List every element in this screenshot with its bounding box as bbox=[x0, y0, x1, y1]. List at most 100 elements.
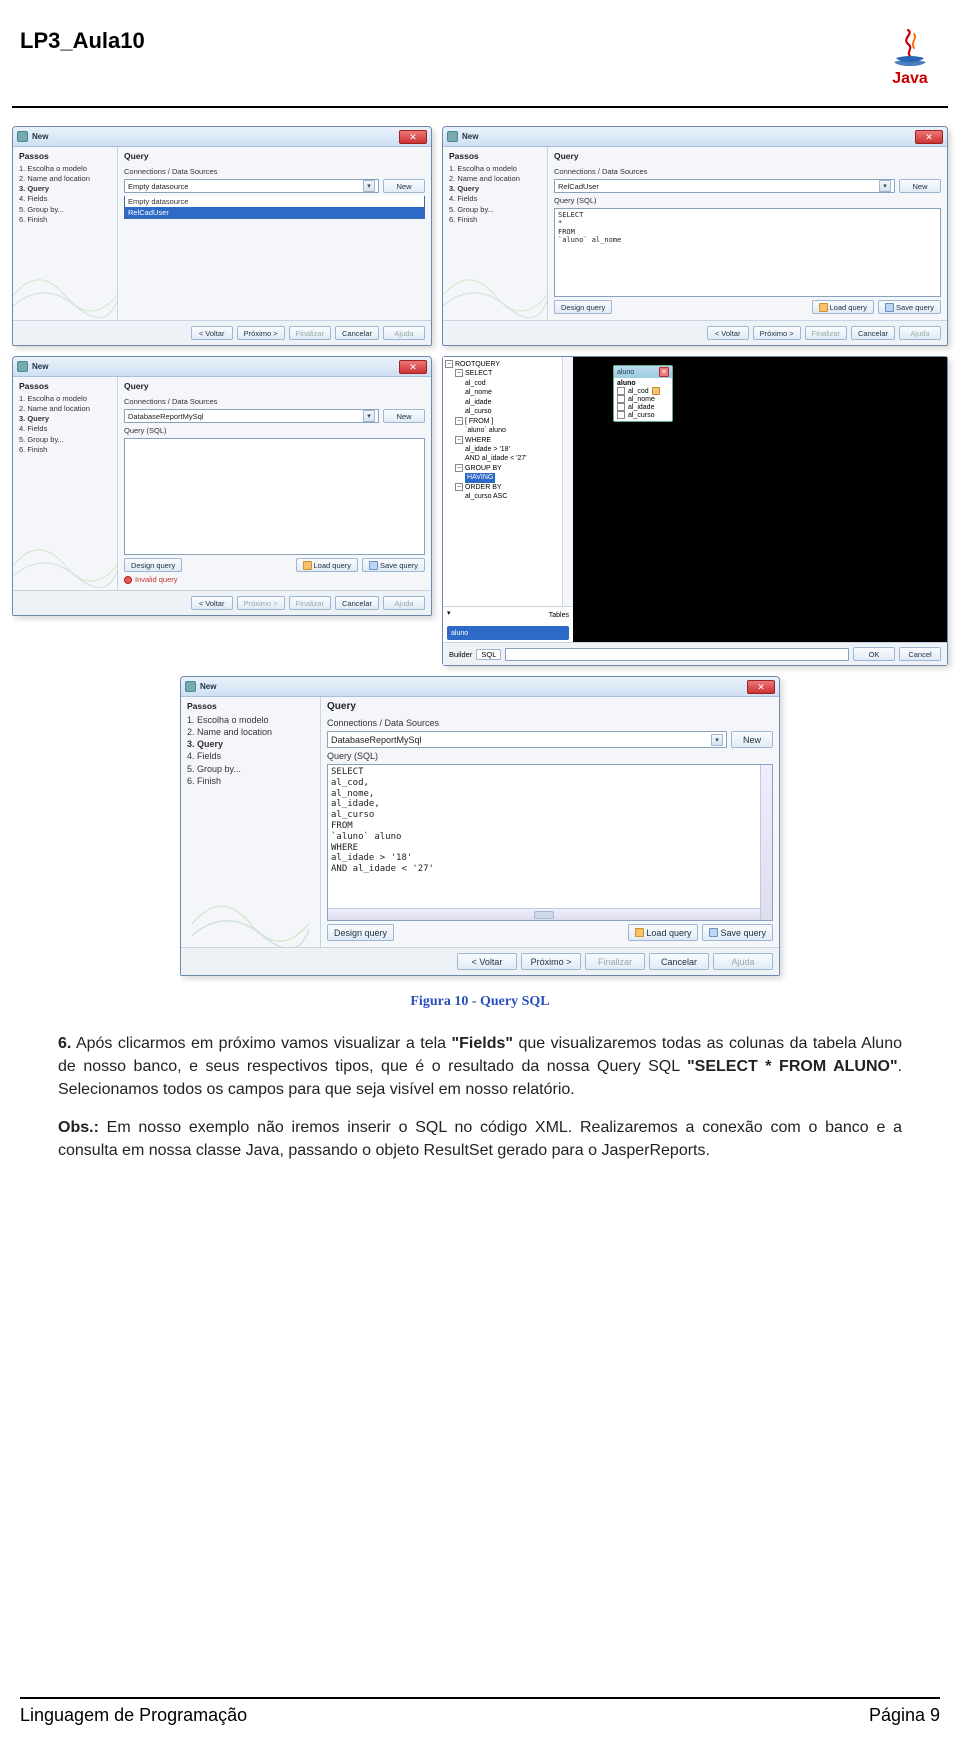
close-icon[interactable]: ✕ bbox=[915, 130, 943, 144]
wizard-dialog-3: New ✕ Passos 1. Escolha o modelo 2. Name… bbox=[12, 356, 432, 616]
finish-button[interactable]: Finalizar bbox=[289, 326, 331, 340]
finish-button[interactable]: Finalizar bbox=[585, 953, 645, 970]
window-title: New bbox=[32, 362, 395, 371]
connections-label: Connections / Data Sources bbox=[124, 397, 425, 406]
list-item[interactable]: Empty datasource bbox=[125, 196, 424, 207]
table-float-aluno[interactable]: aluno✕ aluno al_cod al_nome al_idade al_… bbox=[613, 365, 673, 422]
close-icon[interactable]: ✕ bbox=[747, 680, 775, 694]
cancel-button[interactable]: Cancelar bbox=[851, 326, 895, 340]
back-button[interactable]: < Voltar bbox=[707, 326, 749, 340]
steps-header: Passos bbox=[449, 151, 543, 161]
close-icon[interactable]: ✕ bbox=[659, 367, 669, 377]
datasource-dropdown[interactable]: RelCadUser▾ bbox=[554, 179, 895, 193]
design-query-button[interactable]: Design query bbox=[124, 558, 182, 572]
datasource-dropdown[interactable]: Empty datasource▾ bbox=[124, 179, 379, 193]
next-button[interactable]: Próximo > bbox=[237, 596, 285, 610]
datasource-dropdown[interactable]: DatabaseReportMySql▾ bbox=[124, 409, 379, 423]
query-label: Query (SQL) bbox=[327, 751, 773, 761]
close-icon[interactable]: ✕ bbox=[399, 130, 427, 144]
back-button[interactable]: < Voltar bbox=[191, 326, 233, 340]
cancel-button[interactable]: Cancel bbox=[899, 647, 941, 661]
cancel-button[interactable]: Cancelar bbox=[649, 953, 709, 970]
new-datasource-button[interactable]: New bbox=[383, 179, 425, 193]
save-query-button[interactable]: Save query bbox=[878, 300, 941, 314]
scrollbar-horizontal[interactable] bbox=[328, 908, 760, 920]
close-icon[interactable]: ✕ bbox=[399, 360, 427, 374]
footer-left: Linguagem de Programação bbox=[20, 1705, 247, 1726]
back-button[interactable]: < Voltar bbox=[191, 596, 233, 610]
chevron-down-icon[interactable]: ▾ bbox=[447, 609, 461, 621]
load-query-button[interactable]: Load query bbox=[812, 300, 875, 314]
tables-panel: ▾ Tables aluno bbox=[443, 606, 573, 642]
cancel-button[interactable]: Cancelar bbox=[335, 596, 379, 610]
key-icon bbox=[652, 387, 660, 395]
query-tree[interactable]: −ROOTQUERY −SELECT al_cod al_nome al_ida… bbox=[443, 357, 563, 606]
next-button[interactable]: Próximo > bbox=[521, 953, 581, 970]
folder-icon bbox=[303, 561, 312, 570]
datasource-options[interactable]: Empty datasource RelCadUser bbox=[124, 196, 425, 219]
sql-textarea[interactable]: SELECT * FROM `aluno` al_nome bbox=[554, 208, 941, 297]
finish-button[interactable]: Finalizar bbox=[289, 596, 331, 610]
right-header: Query bbox=[554, 151, 941, 161]
table-item[interactable]: aluno bbox=[447, 626, 569, 640]
query-label: Query (SQL) bbox=[124, 426, 425, 435]
next-button[interactable]: Próximo > bbox=[237, 326, 285, 340]
steps-list: 1. Escolha o modelo 2. Name and location… bbox=[449, 164, 543, 225]
builder-tab[interactable]: Builder bbox=[449, 650, 472, 659]
checkbox[interactable] bbox=[617, 387, 625, 395]
help-button[interactable]: Ajuda bbox=[713, 953, 773, 970]
page-title: LP3_Aula10 bbox=[20, 28, 145, 54]
new-datasource-button[interactable]: New bbox=[731, 731, 773, 748]
design-query-button[interactable]: Design query bbox=[327, 924, 394, 941]
checkbox[interactable] bbox=[617, 395, 625, 403]
window-title: New bbox=[32, 132, 395, 141]
java-logo: Java bbox=[880, 28, 940, 98]
sql-tab[interactable]: SQL bbox=[476, 649, 501, 660]
query-builder-window: −ROOTQUERY −SELECT al_cod al_nome al_ida… bbox=[442, 356, 948, 666]
steps-list: 1. Escolha o modelo 2. Name and location… bbox=[19, 394, 113, 455]
right-header: Query bbox=[327, 701, 773, 712]
query-label: Query (SQL) bbox=[554, 196, 941, 205]
disk-icon bbox=[369, 561, 378, 570]
ok-button[interactable]: OK bbox=[853, 647, 895, 661]
chevron-down-icon: ▾ bbox=[879, 180, 891, 192]
tree-selected-node[interactable]: HAVING bbox=[465, 473, 495, 482]
save-query-button[interactable]: Save query bbox=[702, 924, 773, 941]
right-header: Query bbox=[124, 381, 425, 391]
next-button[interactable]: Próximo > bbox=[753, 326, 801, 340]
new-datasource-button[interactable]: New bbox=[383, 409, 425, 423]
cancel-button[interactable]: Cancelar bbox=[335, 326, 379, 340]
help-button[interactable]: Ajuda bbox=[899, 326, 941, 340]
sql-textarea[interactable] bbox=[124, 438, 425, 555]
scrollbar-vertical[interactable] bbox=[760, 765, 772, 920]
checkbox[interactable] bbox=[617, 403, 625, 411]
chevron-down-icon: ▾ bbox=[363, 410, 375, 422]
help-button[interactable]: Ajuda bbox=[383, 596, 425, 610]
list-item[interactable]: RelCadUser bbox=[125, 207, 424, 218]
connections-label: Connections / Data Sources bbox=[327, 718, 773, 728]
connections-label: Connections / Data Sources bbox=[554, 167, 941, 176]
design-query-button[interactable]: Design query bbox=[554, 300, 612, 314]
figure-caption: Figura 10 - Query SQL bbox=[12, 994, 948, 1010]
body-text: 6. Após clicarmos em próximo vamos visua… bbox=[0, 1032, 960, 1162]
sql-textarea[interactable]: SELECT al_cod, al_nome, al_idade, al_cur… bbox=[327, 764, 773, 921]
steps-list: 1. Escolha o modelo 2. Name and location… bbox=[19, 164, 113, 225]
help-button[interactable]: Ajuda bbox=[383, 326, 425, 340]
chevron-down-icon: ▾ bbox=[711, 734, 723, 746]
save-query-button[interactable]: Save query bbox=[362, 558, 425, 572]
design-canvas[interactable]: aluno✕ aluno al_cod al_nome al_idade al_… bbox=[573, 357, 947, 642]
finish-button[interactable]: Finalizar bbox=[805, 326, 847, 340]
java-logo-text: Java bbox=[892, 70, 928, 88]
datasource-dropdown[interactable]: DatabaseReportMySql▾ bbox=[327, 731, 727, 748]
steps-header: Passos bbox=[187, 701, 316, 711]
right-header: Query bbox=[124, 151, 425, 161]
steps-header: Passos bbox=[19, 381, 113, 391]
load-query-button[interactable]: Load query bbox=[296, 558, 359, 572]
checkbox[interactable] bbox=[617, 411, 625, 419]
window-icon bbox=[17, 131, 28, 142]
java-cup-icon bbox=[888, 28, 932, 68]
connections-label: Connections / Data Sources bbox=[124, 167, 425, 176]
back-button[interactable]: < Voltar bbox=[457, 953, 517, 970]
new-datasource-button[interactable]: New bbox=[899, 179, 941, 193]
load-query-button[interactable]: Load query bbox=[628, 924, 698, 941]
